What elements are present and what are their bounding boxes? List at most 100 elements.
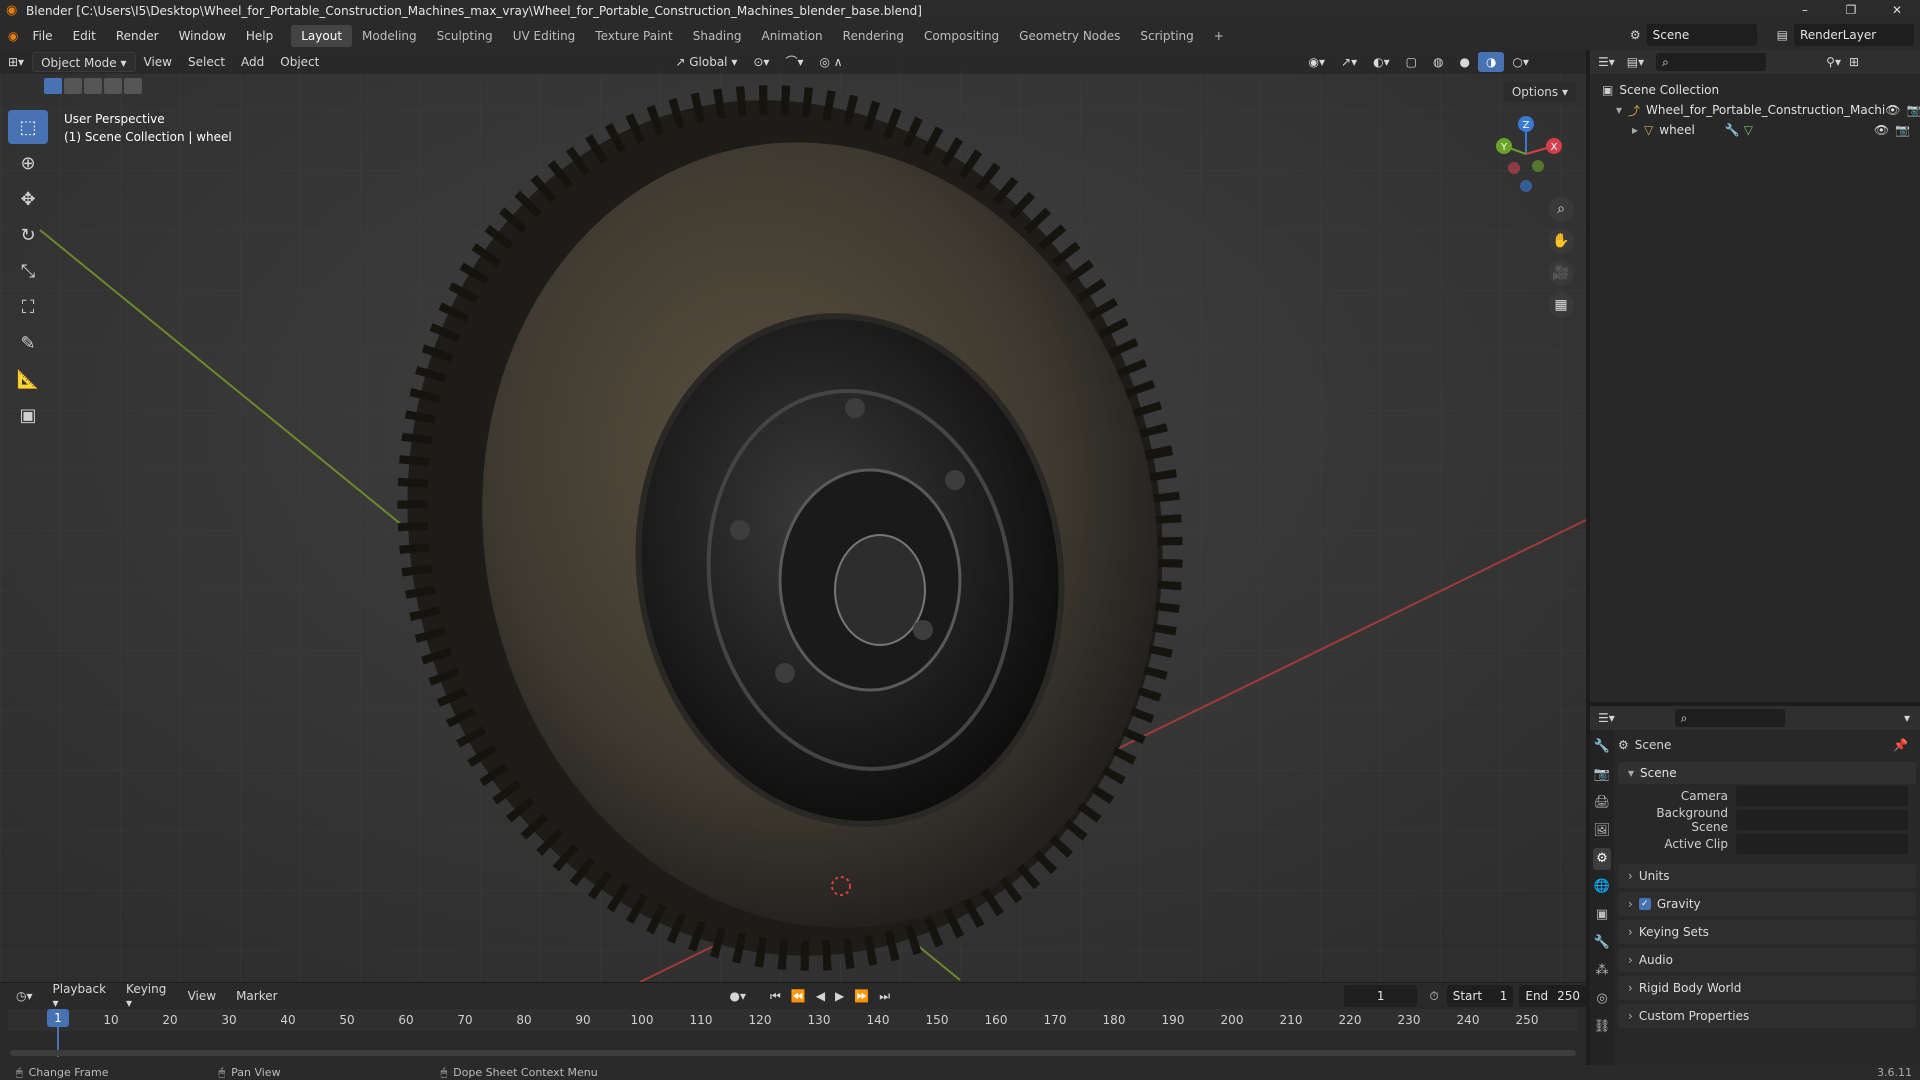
render-tab-icon[interactable]: 📷 bbox=[1593, 764, 1611, 786]
transform-tool-icon[interactable]: ⛶ bbox=[8, 290, 48, 324]
menu-keying[interactable]: Keying ▾ bbox=[118, 982, 176, 1010]
expand-arrow-icon[interactable]: ▾ bbox=[1616, 103, 1622, 117]
tab-scripting[interactable]: Scripting bbox=[1130, 25, 1203, 47]
tree-item-collection[interactable]: ▾ ⤴ Wheel_for_Portable_Construction_Mach… bbox=[1590, 100, 1920, 120]
snap-icon[interactable]: ⌒▾ bbox=[777, 52, 811, 72]
transform-orientation-dropdown[interactable]: ↗ Global ▾ bbox=[667, 52, 745, 72]
tab-texture-paint[interactable]: Texture Paint bbox=[585, 25, 682, 47]
menu-view-timeline[interactable]: View bbox=[180, 989, 224, 1003]
tab-modeling[interactable]: Modeling bbox=[352, 25, 427, 47]
jump-key-back-icon[interactable]: ⏪ bbox=[791, 989, 806, 1003]
stopwatch-icon[interactable]: ⏱ bbox=[1429, 989, 1438, 1004]
view-layer-tab-icon[interactable]: 🖼 bbox=[1593, 820, 1611, 842]
constraints-tab-icon[interactable]: ⛓ bbox=[1593, 1016, 1611, 1038]
visibility-eye-icon[interactable]: 👁 bbox=[1885, 103, 1900, 117]
render-camera-icon[interactable]: 📷 bbox=[1895, 123, 1910, 137]
mesh-data-icon[interactable]: ▽ bbox=[1744, 123, 1753, 137]
expand-arrow-icon[interactable]: ▸ bbox=[1632, 123, 1638, 137]
select-intersect-icon[interactable] bbox=[124, 78, 142, 94]
visibility-icon[interactable]: ◉▾ bbox=[1301, 52, 1334, 72]
shading-solid-icon[interactable]: ● bbox=[1451, 52, 1477, 72]
gizmo-neg-y-axis[interactable] bbox=[1532, 160, 1544, 172]
new-collection-icon[interactable]: ⊞ bbox=[1849, 55, 1859, 69]
maximize-button[interactable]: ❐ bbox=[1828, 0, 1874, 21]
rotate-tool-icon[interactable]: ↻ bbox=[8, 218, 48, 252]
add-cube-tool-icon[interactable]: ▣ bbox=[8, 398, 48, 432]
pin-icon[interactable]: 📌 bbox=[1893, 738, 1908, 752]
menu-render[interactable]: Render bbox=[106, 29, 169, 43]
play-icon[interactable]: ▶ bbox=[835, 989, 844, 1003]
playhead[interactable]: 1 bbox=[47, 1009, 69, 1027]
shading-material-icon[interactable]: ◑ bbox=[1477, 52, 1505, 72]
current-frame-field[interactable]: 1 bbox=[1344, 985, 1418, 1007]
end-frame-field[interactable]: End 250 bbox=[1519, 985, 1587, 1007]
modifier-wrench-icon[interactable]: 🔧 bbox=[1725, 123, 1740, 137]
xray-icon[interactable]: ▢ bbox=[1398, 52, 1425, 72]
select-subtract-icon[interactable] bbox=[84, 78, 102, 94]
select-new-icon[interactable] bbox=[44, 78, 62, 94]
timeline-editor-type-icon[interactable]: ◷▾ bbox=[8, 989, 41, 1003]
editor-type-icon[interactable]: ⊞▾ bbox=[0, 52, 32, 72]
camera-field[interactable] bbox=[1736, 786, 1908, 806]
scene-panel-header[interactable]: ▾ Scene bbox=[1618, 762, 1916, 784]
zoom-icon[interactable]: ⌕ bbox=[1548, 196, 1574, 222]
scale-tool-icon[interactable]: ⤡ bbox=[8, 254, 48, 288]
menu-object[interactable]: Object bbox=[272, 52, 327, 72]
pan-hand-icon[interactable]: ✋ bbox=[1548, 228, 1574, 254]
shading-wireframe-icon[interactable]: ◍ bbox=[1425, 52, 1451, 72]
menu-file[interactable]: File bbox=[22, 29, 62, 43]
custom-properties-panel[interactable]: › Custom Properties bbox=[1618, 1004, 1916, 1028]
blender-menu-icon[interactable]: ◉ bbox=[8, 29, 18, 43]
select-invert-icon[interactable] bbox=[104, 78, 122, 94]
proportional-edit-icon[interactable]: ◎ ∧ bbox=[811, 52, 850, 72]
tree-item-scene-collection[interactable]: ▣ Scene Collection bbox=[1590, 80, 1920, 100]
gravity-checkbox[interactable]: ✓ bbox=[1638, 898, 1651, 910]
ortho-grid-icon[interactable]: ▦ bbox=[1548, 292, 1574, 318]
properties-options-icon[interactable]: ▾ bbox=[1904, 711, 1910, 725]
menu-marker[interactable]: Marker bbox=[228, 989, 285, 1003]
3d-viewport[interactable]: ⊞▾ Object Mode ▾ View Select Add Object … bbox=[0, 50, 1586, 982]
menu-help[interactable]: Help bbox=[236, 29, 283, 43]
tab-sculpting[interactable]: Sculpting bbox=[427, 25, 503, 47]
menu-edit[interactable]: Edit bbox=[63, 29, 106, 43]
tab-animation[interactable]: Animation bbox=[751, 25, 832, 47]
scene-selector[interactable]: Scene bbox=[1646, 24, 1757, 46]
properties-editor-type-icon[interactable]: ☰▾ bbox=[1598, 711, 1615, 725]
overlay-toggle-icon[interactable]: ◐▾ bbox=[1365, 52, 1398, 72]
options-dropdown[interactable]: Options ▾ bbox=[1503, 82, 1576, 102]
move-tool-icon[interactable]: ✥ bbox=[8, 182, 48, 216]
gizmo-neg-x-axis[interactable] bbox=[1508, 162, 1520, 174]
tree-item-wheel[interactable]: ▸ ▽ wheel 🔧 ▽ 👁 📷 bbox=[1590, 120, 1920, 140]
select-box-tool-icon[interactable]: ⬚ bbox=[8, 110, 48, 144]
measure-tool-icon[interactable]: 📐 bbox=[8, 362, 48, 396]
object-tab-icon[interactable]: ▣ bbox=[1593, 904, 1611, 926]
scene-tab-icon[interactable]: ⚙ bbox=[1593, 848, 1611, 870]
jump-key-forward-icon[interactable]: ⏩ bbox=[854, 989, 869, 1003]
auto-key-icon[interactable]: ●▾ bbox=[730, 989, 747, 1003]
background-scene-field[interactable] bbox=[1736, 810, 1908, 830]
tab-compositing[interactable]: Compositing bbox=[914, 25, 1009, 47]
modifier-tab-icon[interactable]: 🔧 bbox=[1593, 932, 1611, 954]
outliner-search-input[interactable]: ⌕ bbox=[1656, 53, 1767, 71]
properties-search-input[interactable]: ⌕ bbox=[1674, 709, 1785, 727]
close-button[interactable]: ✕ bbox=[1874, 0, 1920, 21]
tab-rendering[interactable]: Rendering bbox=[833, 25, 914, 47]
render-layer-selector[interactable]: RenderLayer bbox=[1794, 24, 1914, 46]
audio-panel[interactable]: › Audio bbox=[1618, 948, 1916, 972]
cursor-tool-icon[interactable]: ⊕ bbox=[8, 146, 48, 180]
tab-shading[interactable]: Shading bbox=[683, 25, 752, 47]
timeline-scrollbar[interactable] bbox=[10, 1050, 1576, 1056]
jump-end-icon[interactable]: ⏭ bbox=[879, 989, 890, 1004]
menu-add[interactable]: Add bbox=[233, 52, 272, 72]
units-panel[interactable]: › Units bbox=[1618, 864, 1916, 888]
pivot-icon[interactable]: ⊙▾ bbox=[745, 52, 777, 72]
outliner-editor-type-icon[interactable]: ☰▾ bbox=[1598, 55, 1615, 69]
menu-select[interactable]: Select bbox=[180, 52, 233, 72]
play-reverse-icon[interactable]: ◀ bbox=[816, 989, 825, 1003]
tab-layout[interactable]: Layout bbox=[291, 24, 353, 47]
object-mode-dropdown[interactable]: Object Mode ▾ bbox=[32, 52, 136, 72]
menu-window[interactable]: Window bbox=[169, 29, 236, 43]
gizmo-toggle-icon[interactable]: ↗▾ bbox=[1333, 52, 1365, 72]
world-tab-icon[interactable]: 🌐 bbox=[1593, 876, 1611, 898]
tab-uv-editing[interactable]: UV Editing bbox=[503, 25, 586, 47]
